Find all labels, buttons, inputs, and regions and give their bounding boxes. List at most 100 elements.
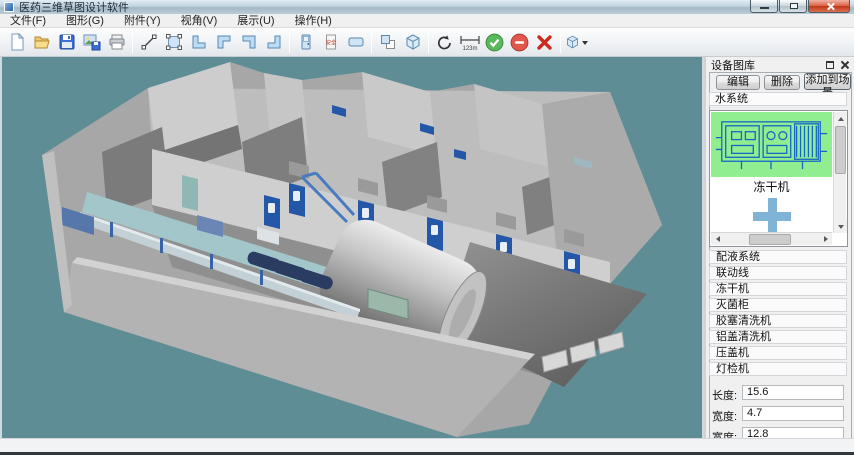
overlap-shapes-button[interactable] bbox=[375, 30, 400, 55]
thumbnail-label: 冻干机 bbox=[753, 178, 789, 195]
corner-wall-tool-2[interactable] bbox=[211, 30, 236, 55]
close-icon bbox=[826, 2, 835, 11]
export-image-button[interactable] bbox=[79, 30, 104, 55]
toolbar-separator bbox=[428, 31, 429, 53]
door-tool-button[interactable] bbox=[293, 30, 318, 55]
close-button[interactable] bbox=[808, 0, 850, 13]
measure-tool-button[interactable]: 123m bbox=[457, 30, 482, 55]
restore-icon bbox=[790, 3, 798, 9]
thumbnail-freeze-dryer[interactable]: 冻干机 bbox=[711, 112, 832, 195]
equipment-library-panel: 设备图库 编辑 删除 添加到场景 水系统 bbox=[704, 57, 854, 448]
cancel-x-icon bbox=[535, 33, 554, 52]
category-linkage-line[interactable]: 联动线 bbox=[709, 266, 847, 280]
add-plus-icon bbox=[768, 198, 777, 233]
corner-wall-tool-4[interactable] bbox=[261, 30, 286, 55]
measure-tool-icon: 123m bbox=[459, 33, 481, 52]
confirm-check-icon bbox=[485, 33, 504, 52]
cube-tool-icon bbox=[404, 33, 422, 51]
scroll-right-button[interactable] bbox=[819, 233, 832, 245]
menu-view-angle[interactable]: 视角(V) bbox=[171, 14, 228, 28]
panel-float-icon[interactable] bbox=[826, 61, 834, 69]
minimize-button[interactable] bbox=[750, 0, 778, 13]
export-image-icon bbox=[83, 33, 101, 51]
vertical-scrollbar[interactable] bbox=[833, 112, 846, 233]
line-tool-icon bbox=[140, 33, 158, 51]
cancel-button[interactable] bbox=[532, 30, 557, 55]
menu-graphics[interactable]: 图形(G) bbox=[56, 14, 114, 28]
category-stopper-washer[interactable]: 胶塞清洗机 bbox=[709, 314, 847, 328]
scroll-down-button[interactable] bbox=[834, 220, 847, 233]
add-to-scene-button[interactable]: 添加到场景 bbox=[804, 73, 851, 90]
line-tool-button[interactable] bbox=[136, 30, 161, 55]
view-mode-dropdown-icon[interactable] bbox=[582, 41, 588, 48]
thumbnail-list: 冻干机 bbox=[709, 110, 848, 247]
scroll-up-button[interactable] bbox=[834, 112, 847, 125]
window-tool-button[interactable] bbox=[343, 30, 368, 55]
view-mode-button[interactable] bbox=[564, 30, 589, 55]
corner-wall-icon-4 bbox=[265, 33, 283, 51]
safety-door-tool-icon: 安全 bbox=[322, 33, 340, 51]
rotate-icon bbox=[435, 33, 454, 52]
panel-header: 设备图库 bbox=[706, 57, 854, 73]
viewport-3d[interactable] bbox=[2, 57, 702, 438]
confirm-button[interactable] bbox=[482, 30, 507, 55]
view-cube-icon bbox=[565, 33, 580, 51]
svg-text:123m: 123m bbox=[462, 46, 477, 52]
minimize-icon bbox=[760, 7, 769, 9]
category-freeze-dryer[interactable]: 冻干机 bbox=[709, 282, 847, 296]
svg-text:安全: 安全 bbox=[325, 39, 337, 47]
toolbar: 安全 123m bbox=[0, 28, 854, 57]
corner-wall-tool-3[interactable] bbox=[236, 30, 261, 55]
corner-wall-icon-3 bbox=[240, 33, 258, 51]
edit-button[interactable]: 编辑 bbox=[716, 75, 760, 90]
length-field[interactable]: 15.6 bbox=[742, 385, 844, 400]
horizontal-scroll-thumb[interactable] bbox=[749, 234, 791, 245]
corner-wall-tool-1[interactable] bbox=[186, 30, 211, 55]
category-liquid-prep-system[interactable]: 配液系统 bbox=[709, 250, 847, 264]
category-light-inspector[interactable]: 灯检机 bbox=[709, 362, 847, 376]
panel-close-icon[interactable] bbox=[840, 60, 849, 69]
menu-attachment[interactable]: 附件(Y) bbox=[114, 14, 171, 28]
vertical-scroll-thumb[interactable] bbox=[835, 126, 846, 174]
safety-door-tool-button[interactable]: 安全 bbox=[318, 30, 343, 55]
print-icon bbox=[108, 33, 126, 51]
menu-display[interactable]: 展示(U) bbox=[227, 14, 284, 28]
app-icon bbox=[4, 2, 14, 12]
horizontal-scrollbar[interactable] bbox=[711, 232, 832, 245]
corner-wall-icon-1 bbox=[190, 33, 208, 51]
new-file-icon bbox=[8, 33, 26, 51]
toolbar-separator bbox=[289, 31, 290, 53]
viewport-3d-scene bbox=[2, 57, 702, 438]
width-label: 宽度: bbox=[712, 408, 737, 424]
menu-file[interactable]: 文件(F) bbox=[0, 14, 56, 28]
delete-button[interactable]: 删除 bbox=[764, 75, 800, 90]
scroll-left-button[interactable] bbox=[711, 233, 724, 245]
menu-operation[interactable]: 操作(H) bbox=[285, 14, 342, 28]
thumbnail-add-new[interactable] bbox=[711, 196, 832, 233]
title-bar[interactable]: 医药三维草图设计软件 bbox=[0, 0, 854, 14]
window-tool-icon bbox=[347, 33, 365, 51]
save-icon bbox=[58, 33, 76, 51]
polygon-tool-button[interactable] bbox=[161, 30, 186, 55]
remove-button[interactable] bbox=[507, 30, 532, 55]
open-file-button[interactable] bbox=[29, 30, 54, 55]
toolbar-separator bbox=[371, 31, 372, 53]
new-file-button[interactable] bbox=[4, 30, 29, 55]
open-folder-icon bbox=[33, 33, 51, 51]
toolbar-separator bbox=[560, 31, 561, 53]
category-cap-washer[interactable]: 铝盖清洗机 bbox=[709, 330, 847, 344]
toolbar-separator bbox=[132, 31, 133, 53]
window-bottom-chrome bbox=[0, 438, 854, 452]
overlap-shapes-icon bbox=[379, 33, 397, 51]
width-field[interactable]: 4.7 bbox=[742, 406, 844, 421]
freeze-dryer-schematic bbox=[711, 112, 832, 177]
rotate-view-button[interactable] bbox=[432, 30, 457, 55]
category-sterilizer[interactable]: 灭菌柜 bbox=[709, 298, 847, 312]
category-capping-machine[interactable]: 压盖机 bbox=[709, 346, 847, 360]
cube-tool-button[interactable] bbox=[400, 30, 425, 55]
print-button[interactable] bbox=[104, 30, 129, 55]
save-button[interactable] bbox=[54, 30, 79, 55]
section-water-system[interactable]: 水系统 bbox=[709, 92, 847, 106]
door-tool-icon bbox=[297, 33, 315, 51]
restore-button[interactable] bbox=[779, 0, 807, 13]
